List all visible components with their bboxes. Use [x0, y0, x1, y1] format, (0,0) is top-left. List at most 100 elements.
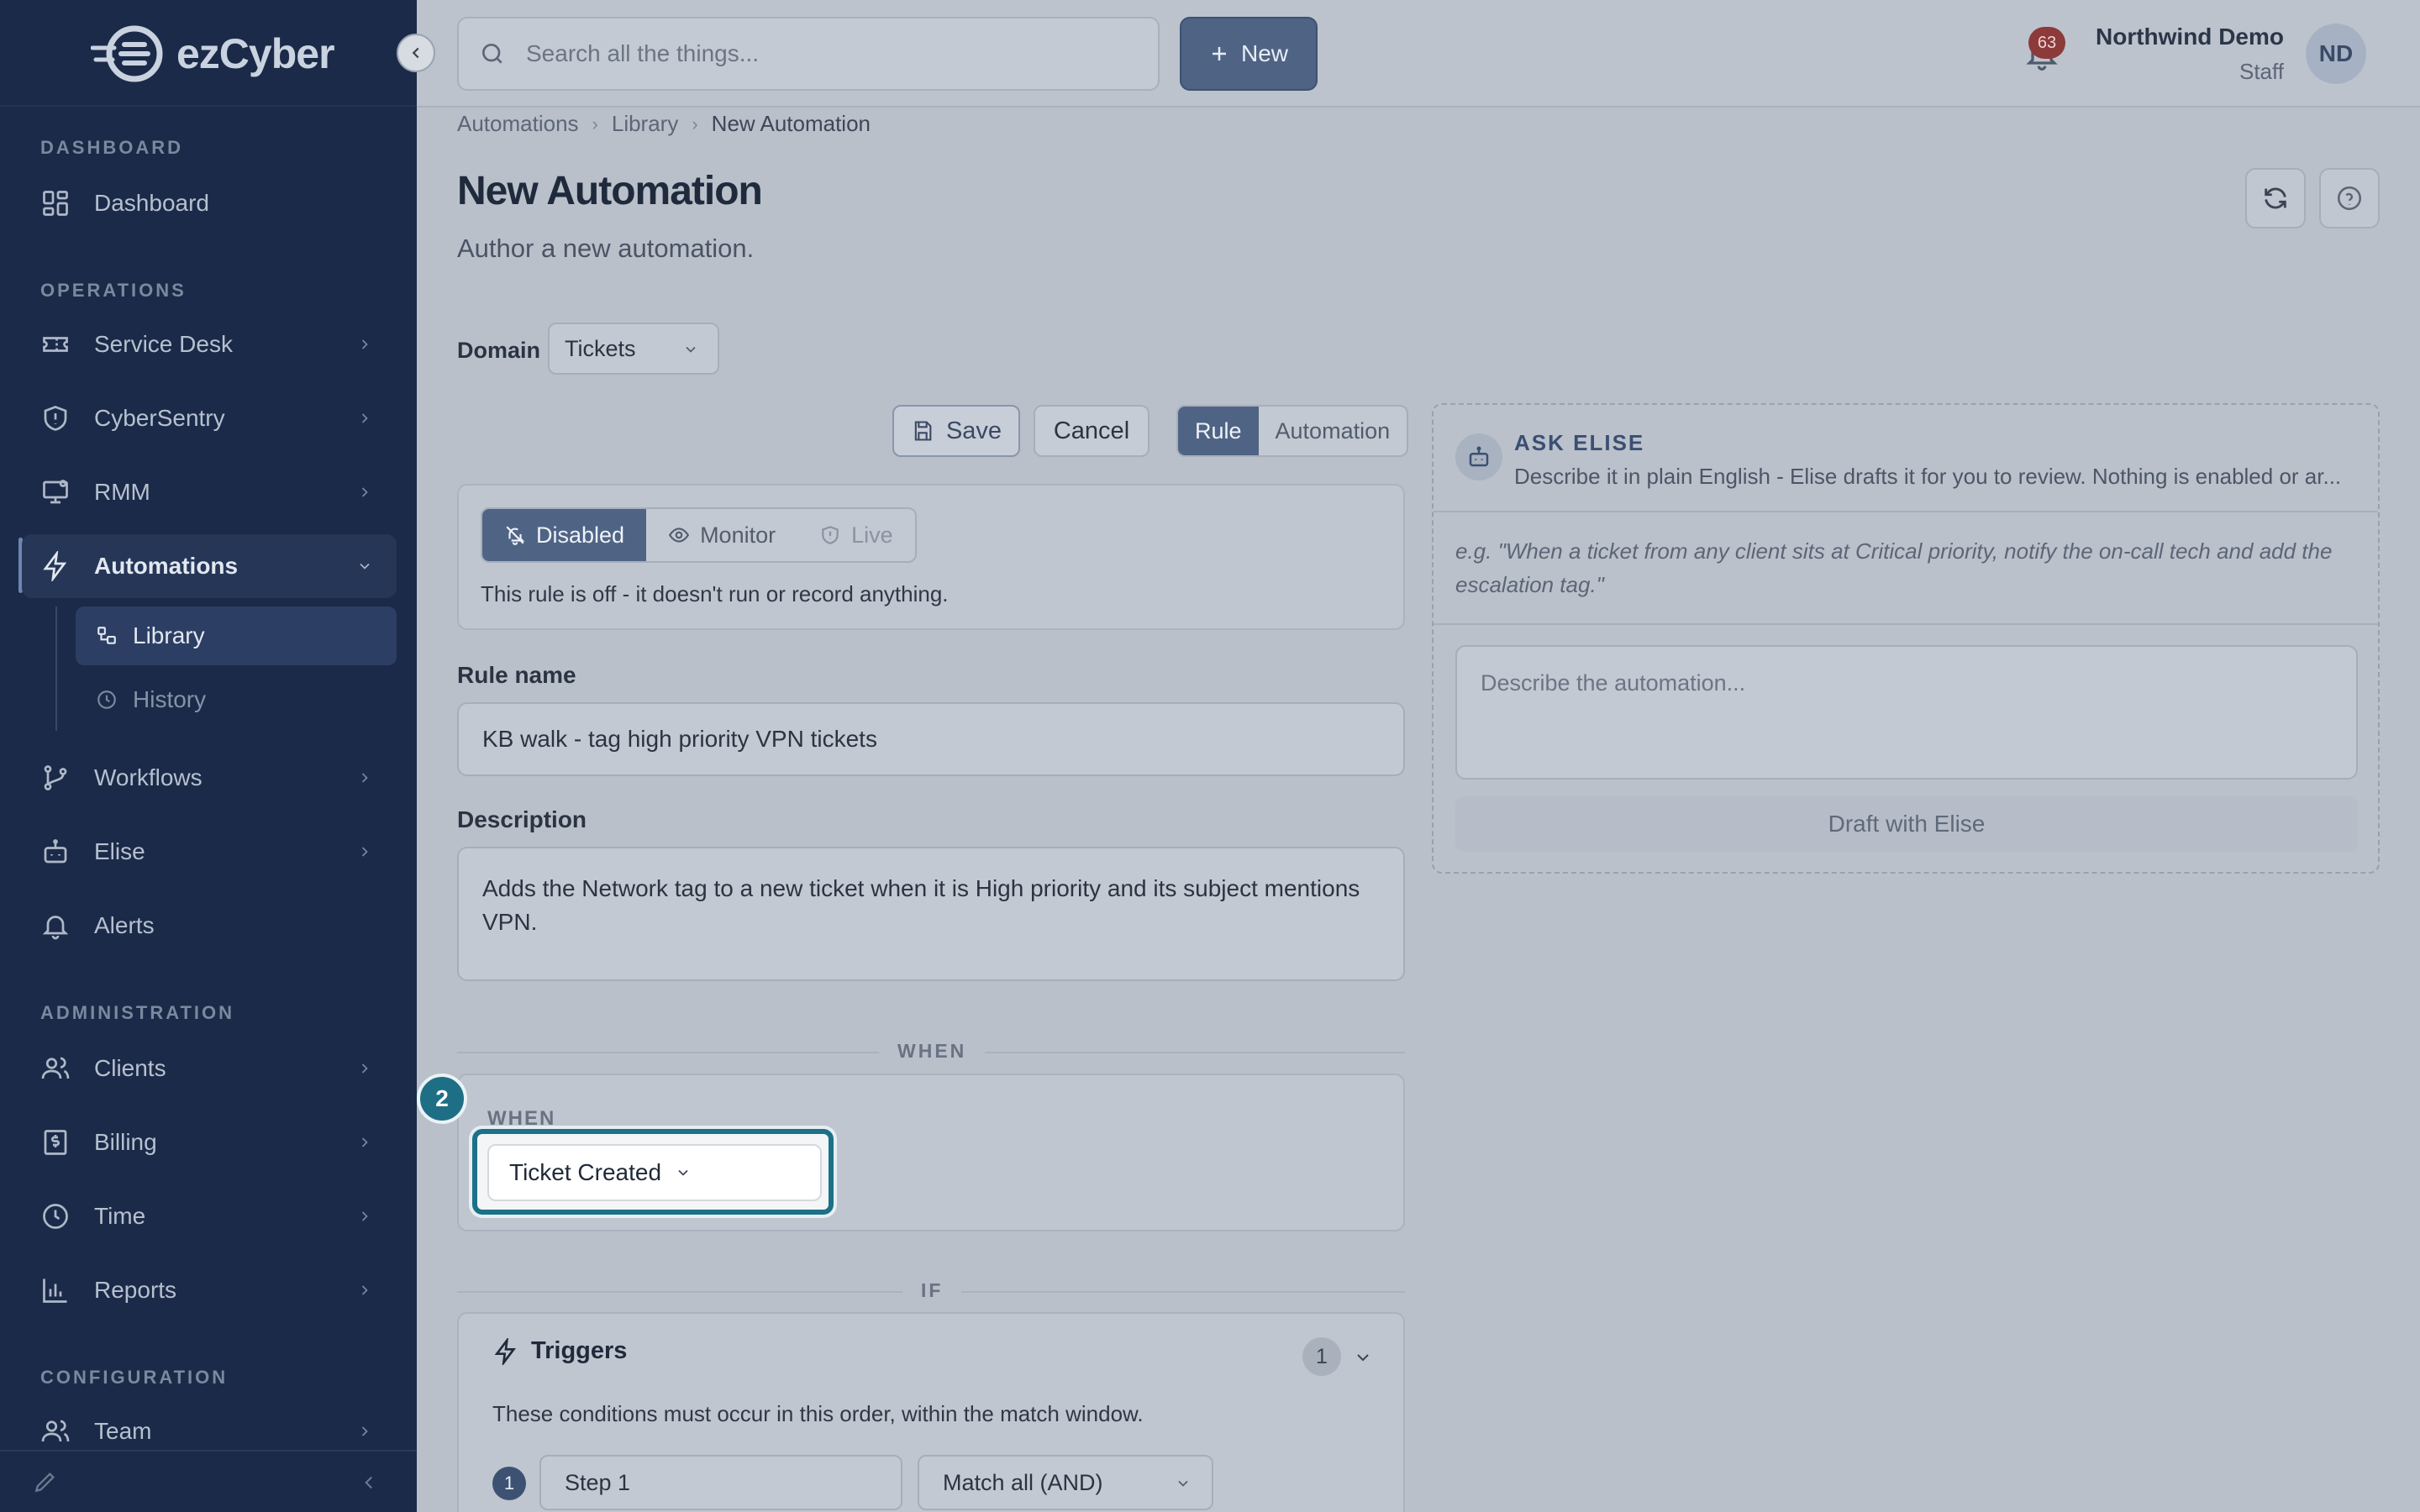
triggers-note: These conditions must occur in this orde…	[492, 1401, 1144, 1426]
plus-icon	[1209, 44, 1229, 64]
edit-pencil-icon[interactable]	[32, 1468, 59, 1495]
sidebar-item-time[interactable]: Time	[22, 1184, 397, 1248]
bell-off-icon	[504, 524, 526, 546]
notification-badge: 63	[2028, 27, 2065, 59]
topbar: New 63 Northwind Demo Staff ND	[417, 0, 2420, 108]
draft-with-elise-button[interactable]: Draft with Elise	[1455, 796, 2358, 852]
sidebar-item-label: Workflows	[94, 764, 203, 790]
search-box[interactable]	[457, 17, 1160, 91]
logo[interactable]: ezCyber	[91, 22, 335, 86]
search-icon	[479, 39, 508, 68]
trigger-event-value: Ticket Created	[509, 1159, 662, 1185]
match-mode-select[interactable]: Match all (AND)	[918, 1455, 1213, 1510]
save-button-label: Save	[945, 417, 1002, 444]
trigger-event-select[interactable]: Ticket Created	[487, 1144, 822, 1201]
mode-option-live[interactable]: Live	[797, 509, 915, 561]
elise-title: ASK ELISE	[1514, 430, 1645, 455]
type-option-rule[interactable]: Rule	[1178, 407, 1259, 455]
sidebar-item-label: RMM	[94, 479, 150, 505]
sidebar-item-elise[interactable]: Elise	[22, 820, 397, 884]
chevron-right-icon	[355, 768, 375, 788]
sidebar-item-label: Automations	[94, 553, 239, 579]
rule-name-input[interactable]: KB walk - tag high priority VPN tickets	[457, 702, 1405, 776]
save-button[interactable]: Save	[892, 405, 1020, 457]
breadcrumb: Automations › Library › New Automation	[457, 111, 871, 137]
robot-icon	[39, 835, 72, 869]
sidebar-item-label: Billing	[94, 1129, 157, 1155]
shield-icon	[819, 524, 841, 546]
sidebar-item-label: Alerts	[94, 912, 155, 938]
section-dashboard: DASHBOARD	[40, 137, 183, 158]
help-button[interactable]	[2319, 168, 2380, 228]
chevron-right-icon	[355, 1421, 375, 1441]
search-input[interactable]	[526, 40, 1114, 67]
clock-icon	[94, 687, 119, 712]
triggers-title: Triggers	[531, 1337, 628, 1364]
elise-prompt-textarea[interactable]	[1455, 645, 2358, 780]
cancel-button[interactable]: Cancel	[1034, 405, 1150, 457]
sidebar-item-label: Time	[94, 1203, 146, 1229]
breadcrumb-library[interactable]: Library	[612, 111, 678, 137]
step-number-badge: 1	[492, 1467, 526, 1500]
chevron-right-icon	[355, 1206, 375, 1226]
if-divider-text: IF	[902, 1279, 962, 1302]
bar-chart-icon	[39, 1273, 72, 1307]
sidebar-divider	[0, 105, 417, 107]
breadcrumb-current: New Automation	[711, 111, 871, 136]
when-divider-text: WHEN	[879, 1040, 986, 1063]
domain-label: Domain	[457, 338, 541, 363]
new-button[interactable]: New	[1180, 17, 1318, 91]
domain-select[interactable]: Tickets	[548, 323, 719, 375]
chevron-down-icon[interactable]	[1353, 1347, 1373, 1368]
sidebar-toggle-button[interactable]	[397, 34, 435, 72]
refresh-button[interactable]	[2245, 168, 2306, 228]
sidebar-item-rmm[interactable]: RMM	[22, 460, 397, 524]
sidebar-subitem-library[interactable]: Library	[76, 606, 397, 665]
type-toggle: Rule Automation	[1176, 405, 1409, 457]
user-name[interactable]: Northwind Demo	[2096, 24, 2284, 50]
sidebar-item-reports[interactable]: Reports	[22, 1258, 397, 1322]
when-label: WHEN	[487, 1107, 556, 1130]
step-marker-badge: 2	[417, 1074, 467, 1124]
sidebar-item-automations[interactable]: Automations	[22, 534, 397, 598]
sidebar-item-workflows[interactable]: Workflows	[22, 746, 397, 810]
triggers-header[interactable]: Triggers	[492, 1337, 627, 1365]
mode-option-monitor[interactable]: Monitor	[646, 509, 797, 561]
chevron-right-icon	[355, 482, 375, 502]
sidebar-item-alerts[interactable]: Alerts	[22, 894, 397, 958]
sidebar-item-label: Service Desk	[94, 331, 233, 357]
lightning-icon	[39, 549, 72, 583]
refresh-icon	[2261, 184, 2290, 213]
sidebar-item-label: Team	[94, 1418, 152, 1444]
sidebar-subitem-history[interactable]: History	[76, 670, 397, 729]
sidebar-item-service-desk[interactable]: Service Desk	[22, 312, 397, 376]
mode-option-disabled[interactable]: Disabled	[482, 509, 647, 561]
triggers-count-badge: 1	[1302, 1337, 1341, 1376]
chevron-right-icon	[355, 408, 375, 428]
sidebar-item-dashboard[interactable]: Dashboard	[22, 171, 397, 235]
section-administration: ADMINISTRATION	[40, 1002, 235, 1023]
sidebar-item-billing[interactable]: Billing	[22, 1110, 397, 1174]
ask-elise-panel: ASK ELISE Describe it in plain English -…	[1432, 403, 2380, 874]
page-title: New Automation	[457, 169, 763, 213]
submenu-line	[55, 606, 57, 731]
users-icon	[39, 1052, 72, 1085]
sidebar-subitem-label: Library	[133, 622, 205, 648]
mode-label: Disabled	[536, 522, 625, 548]
chevron-right-icon: ›	[592, 113, 598, 134]
description-textarea[interactable]: Adds the Network tag to a new ticket whe…	[457, 847, 1405, 981]
step-name-input[interactable]: Step 1	[539, 1455, 902, 1510]
monitor-icon	[39, 475, 72, 509]
chevron-right-icon	[355, 842, 375, 862]
clock-icon	[39, 1200, 72, 1233]
breadcrumb-automations[interactable]: Automations	[457, 111, 579, 137]
sidebar-item-cybersentry[interactable]: CyberSentry	[22, 386, 397, 450]
sidebar-item-clients[interactable]: Clients	[22, 1037, 397, 1100]
avatar[interactable]: ND	[2306, 24, 2366, 84]
mode-label: Monitor	[700, 522, 776, 548]
shield-icon	[39, 402, 72, 435]
collapse-sidebar-icon[interactable]	[358, 1472, 380, 1494]
type-option-automation[interactable]: Automation	[1259, 407, 1407, 455]
user-role: Staff	[2238, 59, 2284, 84]
chevron-right-icon: ›	[692, 113, 698, 134]
